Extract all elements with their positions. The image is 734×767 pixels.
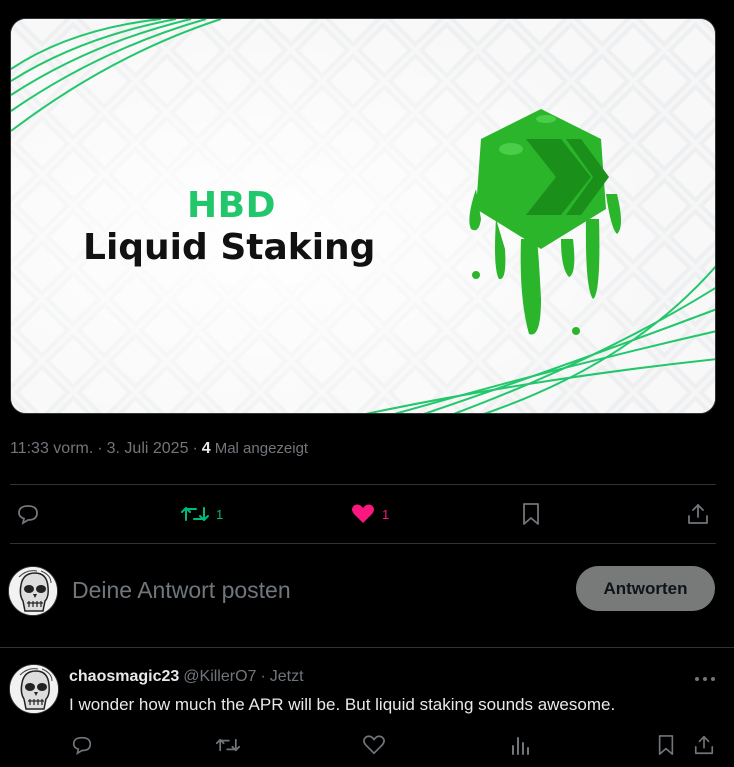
reply-submit-button[interactable]: Antworten [576,566,715,611]
heart-icon [352,504,374,523]
reply-tweet[interactable]: chaosmagic23 @KillerO7 · Jetzt I wonder … [0,658,734,767]
heart-icon[interactable] [362,734,386,756]
views-count: 4 [201,440,211,457]
bookmark-icon[interactable] [656,734,676,756]
skull-avatar-icon [10,665,58,713]
views-label: Mal angezeigt [214,440,309,457]
reply-header: chaosmagic23 @KillerO7 · Jetzt [69,668,304,686]
reply-separator: · [260,668,266,685]
retweet-icon [181,507,209,521]
hive-logo-green-slime-icon [469,109,621,335]
reply-time[interactable]: Jetzt [270,668,304,686]
media-title-liquid-staking: Liquid Staking [83,227,376,268]
meta-separator-2: · [192,440,198,457]
analytics-icon[interactable] [509,734,531,756]
like-button[interactable]: 1 [350,502,389,526]
tweet-action-bar: 1 1 [0,494,734,534]
tweet-media-image[interactable]: HBD Liquid Staking [10,18,716,414]
reply-action-bar [0,734,734,758]
reply-text: I wonder how much the APR will be. But l… [69,695,616,714]
divider-middle [10,543,716,544]
media-title-hbd: HBD [187,185,276,226]
retweet-button[interactable]: 1 [180,502,223,526]
tweet-date[interactable]: 3. Juli 2025 [107,440,189,458]
speech-bubble-icon [18,505,38,525]
retweet-count: 1 [216,506,224,522]
retweet-icon[interactable] [215,734,241,756]
bookmark-button[interactable] [520,502,542,526]
meta-separator: · [97,440,103,457]
tweet-time[interactable]: 11:33 vorm. [10,440,93,458]
speech-bubble-icon[interactable] [71,734,93,756]
skull-avatar-icon [9,567,57,615]
reply-composer: Antworten [0,560,734,620]
share-icon[interactable] [693,734,715,756]
bookmark-icon [523,503,539,525]
avatar[interactable] [8,566,58,616]
share-button[interactable] [686,502,710,526]
more-dots-icon[interactable] [692,670,718,688]
reply-button[interactable] [16,502,40,526]
reply-avatar[interactable] [9,664,59,714]
tweet-meta: 11:33 vorm. · 3. Juli 2025 · 4 Mal angez… [10,440,308,458]
reply-handle[interactable]: @KillerO7 [183,668,256,686]
share-icon [688,504,708,524]
reply-input[interactable] [72,574,552,606]
divider-top [10,484,716,485]
reply-display-name[interactable]: chaosmagic23 [69,668,179,686]
divider-bottom [0,647,734,648]
like-count: 1 [382,506,390,522]
